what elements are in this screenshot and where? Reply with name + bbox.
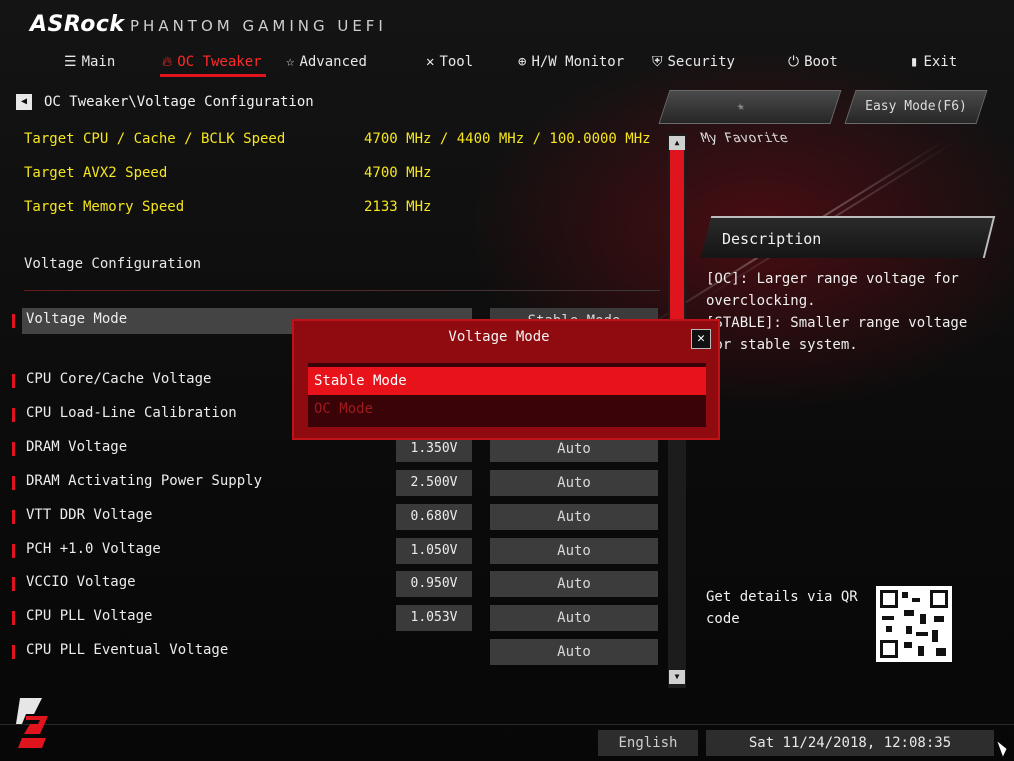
setting-label: CPU PLL Voltage: [26, 608, 153, 624]
row-marker: [12, 374, 15, 388]
close-icon[interactable]: ✕: [691, 329, 711, 349]
row-marker: [12, 442, 15, 456]
setting-row-pch-voltage[interactable]: PCH +1.0 Voltage 1.050V Auto: [0, 538, 665, 564]
row-marker: [12, 544, 15, 558]
voltage-readout: 1.053V: [396, 605, 472, 631]
tools-icon: ✕: [426, 54, 435, 70]
row-marker: [12, 611, 15, 625]
setting-label: CPU Load-Line Calibration: [26, 405, 237, 421]
row-marker: [12, 510, 15, 524]
qr-code-icon: [876, 586, 952, 662]
option-stable-mode[interactable]: Stable Mode: [308, 367, 706, 395]
setting-row-cpu-pll-eventual[interactable]: CPU PLL Eventual Voltage Auto: [0, 639, 665, 665]
info-value: 2133 MHz: [364, 199, 432, 215]
scroll-down-icon[interactable]: ▼: [669, 670, 685, 684]
voltage-readout: 0.680V: [396, 504, 472, 530]
brand-logo: ASRock: [30, 12, 125, 37]
setting-label: DRAM Voltage: [26, 439, 128, 455]
info-value: 4700 MHz: [364, 165, 432, 181]
setting-option[interactable]: Auto: [490, 605, 658, 631]
back-arrow-icon[interactable]: ◀: [16, 94, 32, 110]
flame-icon: 🔥︎: [162, 54, 173, 70]
voltage-readout: 1.050V: [396, 538, 472, 564]
phantom-gaming-logo-icon: [16, 698, 48, 748]
tab-advanced[interactable]: ☆ Advanced: [286, 48, 367, 76]
info-label: Target Memory Speed: [24, 199, 185, 215]
setting-label: CPU Core/Cache Voltage: [26, 371, 212, 387]
info-label: Target AVX2 Speed: [24, 165, 168, 181]
row-marker: [12, 408, 15, 422]
tab-boot[interactable]: ⏻ Boot: [788, 48, 838, 76]
voltage-readout: 2.500V: [396, 470, 472, 496]
list-icon: ☰: [64, 54, 77, 70]
star-icon: ☆: [286, 54, 295, 70]
brand-subtitle: PHANTOM GAMING UEFI: [130, 17, 387, 35]
footer-divider: [0, 724, 1014, 725]
voltage-mode-dialog: Voltage Mode ✕ Stable Mode OC Mode: [292, 319, 720, 440]
info-label: Target CPU / Cache / BCLK Speed: [24, 131, 286, 147]
star-icon: ★: [734, 99, 747, 114]
breadcrumb-path: OC Tweaker\Voltage Configuration: [44, 94, 314, 110]
qr-label: Get details via QR code: [706, 589, 858, 627]
setting-option[interactable]: Auto: [490, 470, 658, 496]
dialog-title: Voltage Mode: [448, 329, 550, 345]
tab-security[interactable]: ⛨ Security: [652, 48, 735, 76]
setting-row-vtt-ddr[interactable]: VTT DDR Voltage 0.680V Auto: [0, 504, 665, 530]
option-list: Stable Mode OC Mode: [308, 363, 706, 427]
active-tab-indicator: [160, 74, 266, 77]
setting-option[interactable]: Auto: [490, 538, 658, 564]
setting-label: VCCIO Voltage: [26, 574, 136, 590]
my-favorite-button[interactable]: ★ My Favorite: [658, 90, 842, 146]
section-title: Voltage Configuration: [24, 256, 202, 272]
tab-tool[interactable]: ✕ Tool: [426, 48, 473, 76]
description-text: [OC]: Larger range voltage for overclock…: [706, 271, 968, 353]
power-icon: ⏻: [788, 54, 800, 70]
tab-oc-tweaker[interactable]: 🔥︎ OC Tweaker: [162, 48, 262, 76]
row-marker: [12, 476, 15, 490]
setting-label: VTT DDR Voltage: [26, 507, 153, 523]
setting-row-cpu-pll[interactable]: CPU PLL Voltage 1.053V Auto: [0, 605, 665, 631]
setting-label: PCH +1.0 Voltage: [26, 541, 161, 557]
exit-icon: ▮: [910, 54, 919, 70]
row-marker: [12, 314, 15, 328]
option-oc-mode[interactable]: OC Mode: [308, 395, 706, 423]
row-marker: [12, 645, 15, 659]
section-divider: [24, 290, 660, 291]
setting-option[interactable]: Auto: [490, 571, 658, 597]
setting-label: DRAM Activating Power Supply: [26, 473, 263, 489]
setting-label: CPU PLL Eventual Voltage: [26, 642, 229, 658]
setting-option[interactable]: Auto: [490, 504, 658, 530]
setting-row-vccio[interactable]: VCCIO Voltage 0.950V Auto: [0, 571, 665, 597]
tab-exit[interactable]: ▮ Exit: [910, 48, 957, 76]
tab-main[interactable]: ☰ Main: [64, 48, 115, 76]
setting-row-dram-activating-power[interactable]: DRAM Activating Power Supply 2.500V Auto: [0, 470, 665, 496]
info-value: 4700 MHz / 4400 MHz / 100.0000 MHz: [364, 131, 651, 147]
setting-option[interactable]: Auto: [490, 639, 658, 665]
top-nav: ☰ Main 🔥︎ OC Tweaker ☆ Advanced ✕ Tool ⊕ H/W …: [0, 48, 1014, 76]
scroll-up-icon[interactable]: ▲: [669, 136, 685, 150]
voltage-readout: 0.950V: [396, 571, 472, 597]
easy-mode-button[interactable]: Easy Mode(F6): [844, 90, 988, 124]
shield-icon: ⛨: [652, 54, 663, 70]
language-selector[interactable]: English: [598, 730, 698, 756]
description-title: Description: [722, 230, 822, 248]
datetime-display: Sat 11/24/2018, 12:08:35: [706, 730, 994, 756]
breadcrumb: ◀ OC Tweaker\Voltage Configuration: [16, 94, 314, 110]
setting-label: Voltage Mode: [26, 311, 128, 327]
tab-hw-monitor[interactable]: ⊕ H/W Monitor: [518, 48, 624, 76]
row-marker: [12, 577, 15, 591]
crosshair-icon: ⊕: [518, 54, 527, 70]
